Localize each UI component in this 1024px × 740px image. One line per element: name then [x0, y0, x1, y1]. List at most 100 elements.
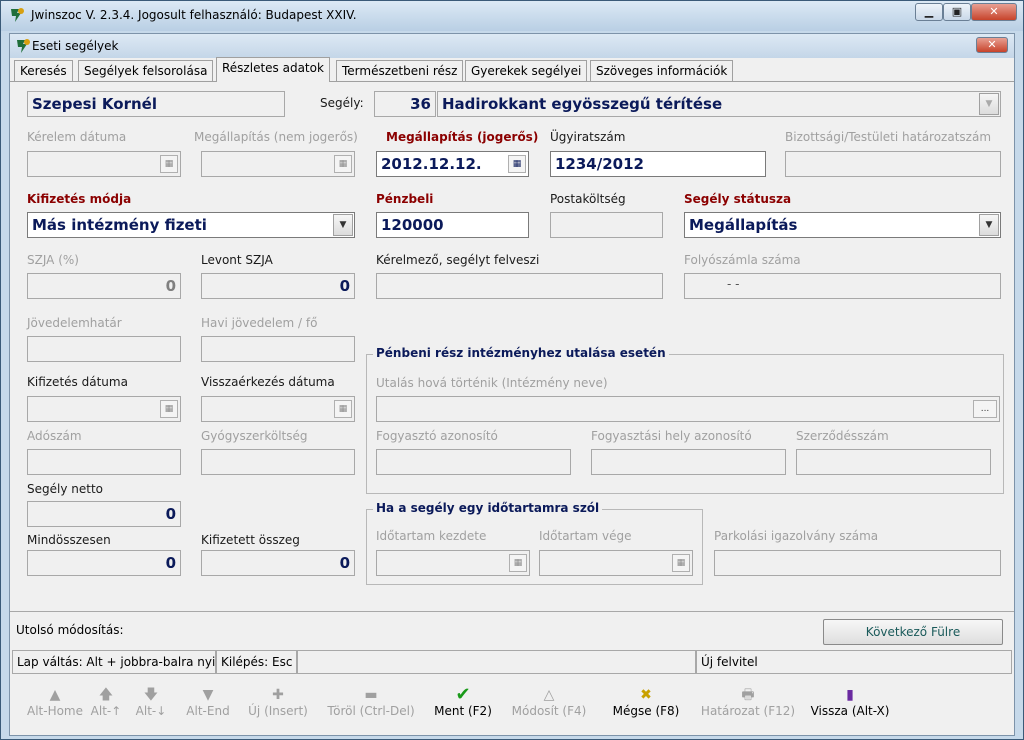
kifizetett-field[interactable]: 0	[201, 550, 355, 576]
inner-titlebar[interactable]: Eseti segélyek ✕	[10, 34, 1014, 58]
save-button[interactable]: ✔ Ment (F2)	[430, 686, 496, 724]
adoszam-field[interactable]	[27, 449, 181, 475]
bizottsagi-label: Bizottsági/Testületi határozatszám	[785, 130, 992, 144]
alt-up-button[interactable]: 🡅 Alt-↑	[86, 686, 126, 724]
calendar-icon[interactable]: ▦	[672, 554, 690, 572]
alt-home-button[interactable]: ▲ Alt-Home	[16, 686, 94, 724]
utalas-field[interactable]: ...	[376, 396, 1000, 422]
delete-button[interactable]: ▬ Töröl (Ctrl-Del)	[322, 686, 420, 724]
hatarozat-button[interactable]: 🖶 Határozat (F12)	[700, 686, 796, 724]
kovetkezo-ful-button[interactable]: Következő Fülre	[823, 619, 1003, 645]
inner-close-button[interactable]: ✕	[976, 37, 1008, 53]
close-button[interactable]: ✕	[971, 3, 1017, 21]
postakoltseg-label: Postaköltség	[550, 192, 626, 206]
arrow-up-icon: 🡅	[98, 687, 114, 703]
calendar-icon[interactable]: ▦	[334, 400, 352, 418]
segely-statusza-label: Segély státusza	[684, 192, 792, 206]
idotartam-vege-field[interactable]: ▦	[539, 550, 693, 576]
tab-kereses[interactable]: Keresés	[14, 60, 73, 81]
kerelem-datuma-field[interactable]: ▦	[27, 151, 181, 177]
szja-field[interactable]: 0	[27, 273, 181, 299]
segely-statusza-value: Megállapítás	[689, 216, 798, 234]
client-name-field[interactable]: Szepesi Kornél	[27, 91, 285, 117]
checkmark-icon: ✔	[455, 684, 471, 705]
mindosszesen-label: Mindösszesen	[27, 533, 111, 547]
levont-szja-field[interactable]: 0	[201, 273, 355, 299]
calendar-icon[interactable]: ▦	[508, 155, 526, 173]
tab-reszletes-adatok[interactable]: Részletes adatok	[216, 57, 330, 82]
postakoltseg-field[interactable]	[550, 212, 663, 238]
segely-type-select[interactable]: Hadirokkant egyösszegű térítése ▼	[437, 91, 1001, 117]
ugyiratszam-field[interactable]: 1234/2012	[550, 151, 766, 177]
uj-felvitel-status: Új felvitel	[696, 650, 1012, 674]
window-titlebar[interactable]: Jwinszoc V. 2.3.4. Jogosult felhasználó:…	[1, 1, 1023, 31]
idotartam-kezdete-field[interactable]: ▦	[376, 550, 530, 576]
bizottsagi-field[interactable]	[785, 151, 1001, 177]
segely-statusza-select[interactable]: Megállapítás ▼	[684, 212, 1001, 238]
fogyasztasi-hely-field[interactable]	[591, 449, 786, 475]
segely-code-field[interactable]: 36	[374, 91, 436, 117]
kifizetes-datuma-field[interactable]: ▦	[27, 396, 181, 422]
modify-button[interactable]: △ Módosít (F4)	[508, 686, 590, 724]
kerelem-datuma-label: Kérelem dátuma	[27, 130, 127, 144]
szerzodes-field[interactable]	[796, 449, 991, 475]
segely-netto-label: Segély netto	[27, 482, 103, 496]
fogyaszto-field[interactable]	[376, 449, 571, 475]
folyoszamla-field[interactable]: - -	[684, 273, 1001, 299]
chevron-down-icon[interactable]: ▼	[979, 93, 999, 115]
exit-button[interactable]: ▮ Vissza (Alt-X)	[808, 686, 892, 724]
kifizetes-modja-select[interactable]: Más intézmény fizeti ▼	[27, 212, 355, 238]
alt-down-button[interactable]: 🡇 Alt-↓	[131, 686, 171, 724]
edit-icon: △	[543, 687, 555, 703]
gyogyszer-field[interactable]	[201, 449, 355, 475]
megallapitas-jog-field[interactable]: 2012.12.12. ▦	[376, 151, 529, 177]
kifizetett-label: Kifizetett összeg	[201, 533, 300, 547]
window-title: Jwinszoc V. 2.3.4. Jogosult felhasználó:…	[31, 8, 357, 22]
inner-window-title: Eseti segélyek	[32, 39, 119, 53]
havi-jovedelem-label: Havi jövedelem / fő	[201, 316, 318, 330]
jovedelemhatar-label: Jövedelemhatár	[27, 316, 122, 330]
maximize-button[interactable]: ▣	[943, 3, 971, 21]
szerzodes-label: Szerződésszám	[796, 429, 889, 443]
minimize-button[interactable]: ▁	[915, 3, 943, 21]
visszaerkezes-label: Visszaérkezés dátuma	[201, 375, 335, 389]
idotartam-vege-label: Időtartam vége	[539, 529, 632, 543]
browse-button[interactable]: ...	[973, 400, 997, 418]
parkolasi-field[interactable]	[714, 550, 1001, 576]
calendar-icon[interactable]: ▦	[160, 400, 178, 418]
megallapitas-nem-field[interactable]: ▦	[201, 151, 355, 177]
idotartam-group-title: Ha a segély egy időtartamra szól	[373, 501, 603, 515]
plus-icon: ✚	[272, 687, 284, 703]
minus-icon: ▬	[364, 687, 378, 703]
megallapitas-jog-value: 2012.12.12.	[381, 155, 482, 173]
segely-netto-field[interactable]: 0	[27, 501, 181, 527]
havi-jovedelem-field[interactable]	[201, 336, 355, 362]
tab-termeszetbeni-resz[interactable]: Természetbeni rész	[336, 60, 464, 81]
divider	[10, 611, 1014, 612]
printer-icon: 🖶	[741, 687, 755, 703]
tab-segelyek-felsorolasa[interactable]: Segélyek felsorolása	[78, 60, 214, 81]
lap-valtas-hint: Lap váltás: Alt + jobbra-balra nyil	[12, 650, 216, 674]
chevron-down-icon[interactable]: ▼	[333, 214, 353, 236]
tab-szoveges-informaciok[interactable]: Szöveges információk	[590, 60, 734, 81]
new-button[interactable]: ✚ Új (Insert)	[242, 686, 314, 724]
chevron-down-icon[interactable]: ▼	[979, 214, 999, 236]
parkolasi-label: Parkolási igazolvány száma	[714, 529, 879, 543]
alt-end-button[interactable]: ▼ Alt-End	[178, 686, 238, 724]
kifizetes-modja-value: Más intézmény fizeti	[32, 216, 207, 234]
megallapitas-nem-label: Megállapítás (nem jogerős)	[194, 130, 358, 144]
megallapitas-jog-label: Megállapítás (jogerős)	[386, 130, 539, 144]
cancel-button[interactable]: ✖ Mégse (F8)	[606, 686, 686, 724]
calendar-icon[interactable]: ▦	[334, 155, 352, 173]
calendar-icon[interactable]: ▦	[160, 155, 178, 173]
penzbeli-field[interactable]: 120000	[376, 212, 529, 238]
first-record-icon: ▲	[49, 687, 61, 703]
idotartam-kezdete-label: Időtartam kezdete	[376, 529, 487, 543]
kerelmezo-field[interactable]	[376, 273, 663, 299]
visszaerkezes-field[interactable]: ▦	[201, 396, 355, 422]
mindosszesen-field[interactable]: 0	[27, 550, 181, 576]
tab-gyerekek-segelyei[interactable]: Gyerekek segélyei	[465, 60, 588, 81]
calendar-icon[interactable]: ▦	[509, 554, 527, 572]
folyoszamla-label: Folyószámla száma	[684, 253, 801, 267]
jovedelemhatar-field[interactable]	[27, 336, 181, 362]
